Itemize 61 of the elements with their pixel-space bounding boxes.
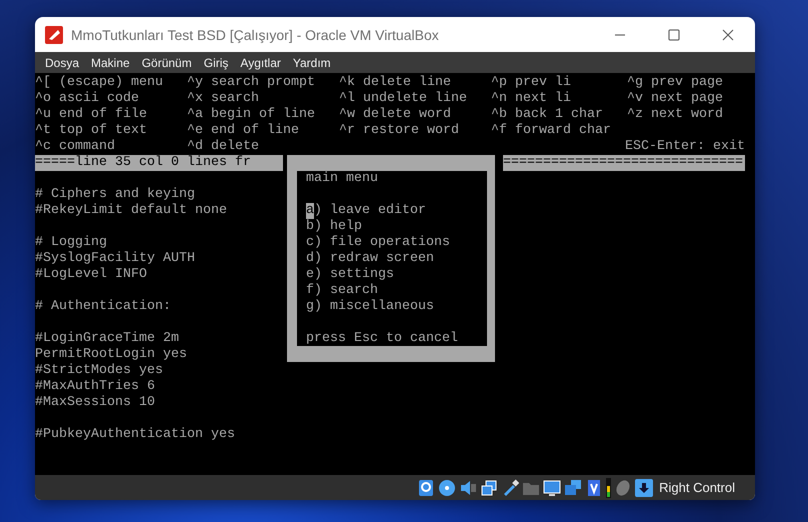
activity-meter-icon	[606, 478, 612, 498]
shortcut-hint: ^g prev page	[627, 75, 724, 91]
menu-option[interactable]: g) miscellaneous	[306, 299, 434, 314]
display-icon[interactable]	[543, 478, 562, 496]
config-line: #LoginGraceTime 2m	[35, 331, 179, 346]
menu-item[interactable]: Görünüm	[136, 56, 198, 70]
config-line: # Ciphers and keying	[35, 187, 195, 202]
app-icon	[45, 26, 63, 44]
network-icon[interactable]	[480, 478, 498, 496]
shortcut-hint: ^l undelete line	[339, 91, 468, 107]
config-line: #RekeyLimit default none	[35, 203, 227, 218]
shortcut-hint: ^b back 1 char	[491, 107, 604, 123]
menu-option[interactable]: f) search	[306, 283, 378, 298]
menu-option[interactable]: d) redraw screen	[306, 251, 434, 266]
config-line: PermitRootLogin yes	[35, 347, 187, 362]
menu-item[interactable]: Yardım	[286, 56, 337, 70]
config-line: #MaxAuthTries 6	[35, 379, 155, 394]
exit-hint: ESC-Enter: exit	[624, 139, 745, 155]
menu-option[interactable]: b) help	[306, 219, 362, 234]
speaker-icon[interactable]	[459, 478, 478, 496]
shortcut-hint: ^c command	[35, 139, 116, 155]
shortcut-hint: ^n next li	[491, 91, 572, 107]
config-line: # Logging	[35, 235, 107, 250]
shortcut-hint: ^f forward char	[491, 123, 612, 139]
host-key-label: Right Control	[659, 480, 735, 495]
menu-title: main menu	[306, 171, 378, 186]
config-line: # Authentication:	[35, 299, 171, 314]
shortcut-hint: ^z next word	[627, 107, 724, 123]
windows-icon[interactable]	[564, 478, 582, 496]
optical-disc-icon[interactable]	[438, 478, 456, 496]
shortcut-hint: ^t top of text	[35, 123, 148, 139]
menu-item[interactable]: Aygıtlar	[234, 56, 287, 70]
config-line: #LogLevel INFO	[35, 267, 147, 282]
shortcut-hint: ^a begin of line	[187, 107, 316, 123]
menu-item[interactable]: Giriş	[198, 56, 234, 70]
shortcut-hint: ^u end of file	[35, 107, 148, 123]
shortcut-hint: ^y search prompt	[187, 75, 316, 91]
config-line: #SyslogFacility AUTH	[35, 251, 195, 266]
shortcut-hint: ^v next page	[627, 91, 724, 107]
close-icon	[722, 28, 734, 40]
shortcut-hint: ^p prev li	[491, 75, 572, 91]
shortcut-hint: ^w delete word	[339, 107, 452, 123]
mouse-icon[interactable]	[614, 478, 632, 496]
shortcut-hint: ^x search	[187, 91, 260, 107]
cancel-hint: press Esc to cancel	[306, 331, 458, 346]
config-line: #MaxSessions 10	[35, 395, 155, 410]
menu-item[interactable]: Dosya	[39, 56, 86, 70]
shortcut-hint: ^[ (escape) menu	[35, 75, 164, 91]
shortcut-hint: ^k delete line	[339, 75, 452, 91]
shortcut-hint: ^r restore word	[339, 123, 460, 139]
shortcut-hint: ^o ascii code	[35, 91, 140, 107]
menu-option[interactable]: e) settings	[306, 267, 394, 282]
config-line: #PubkeyAuthentication yes	[35, 427, 235, 442]
menu-item[interactable]: Makine	[85, 56, 136, 70]
maximize-icon	[668, 28, 680, 40]
config-line: #StrictModes yes	[35, 363, 163, 378]
status-line-fill: ==============================	[503, 155, 745, 171]
shortcut-hint: ^e end of line	[187, 123, 300, 139]
shortcut-hint: ^d delete	[187, 139, 260, 155]
menu-option[interactable]: c) file operations	[306, 235, 450, 250]
window-title: MmoTutkunları Test BSD [Çalışıyor] - Oracle VM VirtualBox	[71, 26, 440, 42]
